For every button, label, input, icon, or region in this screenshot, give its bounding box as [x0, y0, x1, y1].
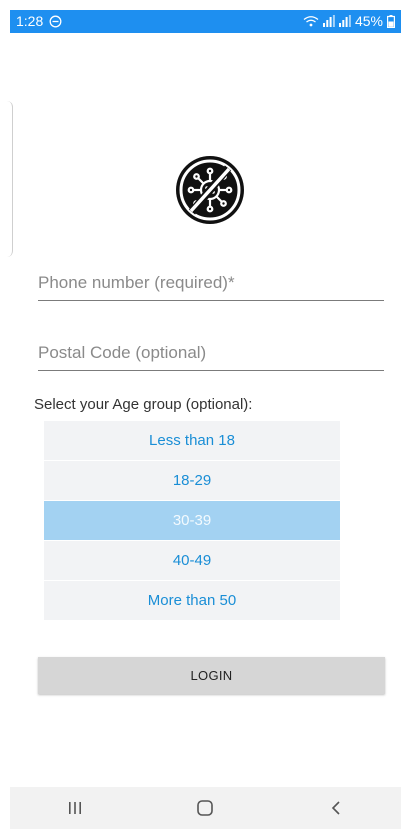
- age-option-40-49[interactable]: 40-49: [44, 541, 340, 581]
- no-virus-icon: [175, 155, 245, 225]
- phone-field-container: [38, 266, 384, 301]
- status-time: 1:28: [16, 13, 44, 29]
- signal-icon-2: [338, 15, 351, 27]
- battery-icon: [387, 14, 395, 28]
- navigation-bar: [10, 787, 401, 829]
- back-icon[interactable]: [306, 788, 366, 828]
- phone-number-input[interactable]: [38, 266, 384, 300]
- do-not-disturb-icon: [49, 15, 62, 28]
- battery-level: 45%: [354, 13, 383, 29]
- age-option-30-39[interactable]: 30-39: [44, 501, 340, 541]
- wifi-icon: [303, 15, 319, 28]
- side-edge-handle[interactable]: [4, 101, 13, 257]
- login-button[interactable]: LOGIN: [38, 657, 385, 694]
- recent-apps-icon[interactable]: [45, 788, 105, 828]
- postal-code-input[interactable]: [38, 336, 384, 370]
- age-group-label: Select your Age group (optional):: [34, 396, 253, 413]
- home-icon[interactable]: [175, 788, 235, 828]
- signal-icon-1: [322, 15, 335, 27]
- age-option-less-than-18[interactable]: Less than 18: [44, 421, 340, 461]
- status-bar: 1:28 45%: [10, 10, 401, 33]
- age-option-18-29[interactable]: 18-29: [44, 461, 340, 501]
- age-option-more-than-50[interactable]: More than 50: [44, 581, 340, 621]
- age-group-list: Less than 18 18-29 30-39 40-49 More than…: [44, 421, 340, 621]
- postal-field-container: [38, 336, 384, 371]
